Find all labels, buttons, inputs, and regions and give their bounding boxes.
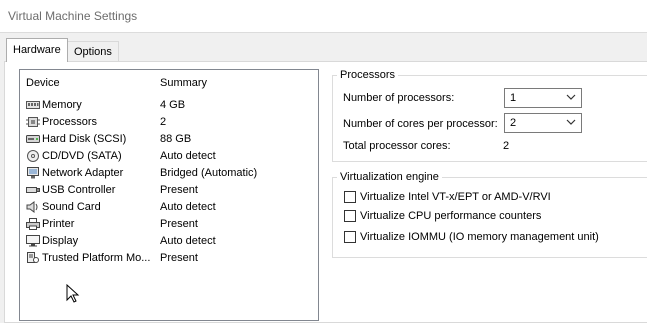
display-icon (26, 235, 40, 247)
device-row-memory[interactable]: Memory 4 GB (20, 97, 318, 114)
device-name: Memory (42, 99, 82, 111)
device-name: CD/DVD (SATA) (42, 150, 122, 162)
trusted-platform-module-icon (27, 252, 39, 263)
num-processors-label: Number of processors: (343, 92, 455, 104)
device-summary: 4 GB (160, 99, 186, 111)
device-row-network-adapter[interactable]: Network Adapter Bridged (Automatic) (20, 165, 318, 182)
tab-strip: Hardware Options (0, 32, 647, 62)
device-summary: Present (160, 184, 198, 196)
cd-dvd-icon (27, 150, 39, 162)
mouse-cursor-icon (66, 284, 80, 303)
device-name: Sound Card (42, 201, 101, 213)
memory-icon (26, 101, 40, 109)
chevron-down-icon (566, 94, 576, 100)
device-summary: Present (160, 218, 198, 230)
total-cores-value: 2 (503, 140, 510, 152)
device-summary: 88 GB (160, 133, 192, 145)
virtualize-iommu-checkbox[interactable] (344, 231, 356, 243)
device-name: Processors (42, 116, 98, 128)
num-processors-dropdown[interactable]: 1 (504, 88, 582, 108)
column-header-summary[interactable]: Summary (160, 77, 207, 89)
device-list[interactable]: Device Summary Memory 4 GB Processors 2 … (19, 69, 319, 321)
processors-group-label: Processors (337, 69, 399, 81)
device-name: Network Adapter (42, 167, 124, 179)
device-summary: 2 (160, 116, 167, 128)
sound-card-icon (26, 201, 38, 213)
tab-hardware[interactable]: Hardware (6, 38, 68, 62)
processor-icon (26, 117, 40, 127)
title-bar: Virtual Machine Settings (0, 0, 647, 33)
device-summary: Auto detect (160, 150, 216, 162)
device-name: Hard Disk (SCSI) (42, 133, 127, 145)
virtualize-vtx-label[interactable]: Virtualize Intel VT-x/EPT or AMD-V/RVI (360, 191, 551, 203)
device-summary: Bridged (Automatic) (160, 167, 258, 179)
cores-per-processor-value: 2 (510, 117, 517, 129)
printer-icon (26, 218, 40, 230)
cores-per-processor-dropdown[interactable]: 2 (504, 113, 582, 133)
total-cores-label: Total processor cores: (343, 140, 451, 152)
virtualize-cpu-counters-checkbox[interactable] (344, 210, 356, 222)
device-row-hard-disk[interactable]: Hard Disk (SCSI) 88 GB (20, 131, 318, 148)
window-title: Virtual Machine Settings (8, 9, 138, 23)
device-name: Trusted Platform Mo... (42, 252, 151, 264)
device-name: USB Controller (42, 184, 116, 196)
hard-disk-icon (26, 135, 40, 143)
num-processors-value: 1 (510, 92, 517, 104)
device-summary: Present (160, 252, 198, 264)
device-list-header: Device Summary (20, 77, 318, 93)
column-header-device[interactable]: Device (26, 77, 60, 89)
cores-per-processor-label: Number of cores per processor: (343, 118, 498, 130)
chevron-down-icon (566, 119, 576, 125)
virtualize-vtx-checkbox[interactable] (344, 191, 356, 203)
device-name: Printer (42, 218, 75, 230)
virtualize-iommu-label[interactable]: Virtualize IOMMU (IO memory management u… (360, 231, 599, 243)
device-name: Display (42, 235, 79, 247)
device-summary: Auto detect (160, 235, 216, 247)
usb-controller-icon (26, 187, 40, 193)
device-row-display[interactable]: Display Auto detect (20, 233, 318, 250)
tab-options[interactable]: Options (67, 41, 119, 62)
device-summary: Auto detect (160, 201, 216, 213)
device-row-printer[interactable]: Printer Present (20, 216, 318, 233)
network-adapter-icon (27, 167, 39, 179)
device-row-processors[interactable]: Processors 2 (20, 114, 318, 131)
device-row-trusted-platform-module[interactable]: Trusted Platform Mo... Present (20, 250, 318, 267)
device-row-usb-controller[interactable]: USB Controller Present (20, 182, 318, 199)
virtualize-cpu-counters-label[interactable]: Virtualize CPU performance counters (360, 210, 541, 222)
device-row-sound-card[interactable]: Sound Card Auto detect (20, 199, 318, 216)
device-row-cd-dvd[interactable]: CD/DVD (SATA) Auto detect (20, 148, 318, 165)
virtualization-engine-group-label: Virtualization engine (337, 171, 442, 183)
